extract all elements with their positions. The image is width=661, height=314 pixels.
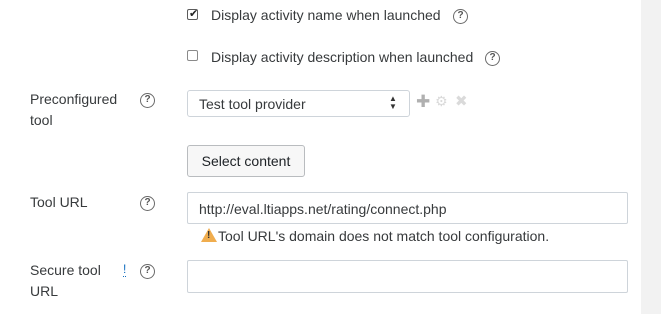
select-arrows-icon: ▲ ▼: [389, 94, 397, 111]
gear-icon[interactable]: ⚙: [435, 93, 448, 110]
help-icon-preconfigured-tool[interactable]: ?: [140, 93, 155, 108]
advanced-info-icon[interactable]: !: [123, 262, 127, 277]
warning-icon: !: [201, 228, 217, 242]
display-name-label: Display activity name when launched: [211, 7, 441, 23]
x-icon[interactable]: ✖: [455, 92, 468, 110]
preconfigured-tool-label: Preconfigured tool: [30, 91, 118, 128]
preconfigured-tool-selected: Test tool provider: [199, 96, 306, 112]
page-side-strip: [641, 0, 661, 314]
tool-url-warning: Tool URL's domain does not match tool co…: [218, 228, 550, 244]
secure-tool-url-input[interactable]: [187, 260, 628, 293]
tool-url-value: http://eval.ltiapps.net/rating/connect.p…: [199, 201, 447, 217]
tool-url-label: Tool URL: [30, 194, 88, 210]
tool-url-input[interactable]: http://eval.ltiapps.net/rating/connect.p…: [187, 192, 628, 224]
help-icon-secure-tool-url[interactable]: ?: [140, 264, 155, 279]
help-icon-tool-url[interactable]: ?: [140, 196, 155, 211]
plus-icon[interactable]: ✚: [416, 92, 430, 112]
display-name-checkbox[interactable]: ✔: [187, 8, 199, 20]
display-description-checkbox[interactable]: [187, 50, 198, 61]
secure-tool-url-label: Secure tool URL: [30, 262, 101, 299]
help-icon-display-description[interactable]: ?: [485, 51, 500, 66]
checkmark-icon: ✔: [189, 8, 199, 20]
display-description-label: Display activity description when launch…: [211, 49, 474, 65]
help-icon-display-name[interactable]: ?: [453, 9, 468, 24]
select-content-button[interactable]: Select content: [187, 145, 305, 177]
preconfigured-tool-select[interactable]: Test tool provider ▲ ▼: [187, 90, 410, 117]
